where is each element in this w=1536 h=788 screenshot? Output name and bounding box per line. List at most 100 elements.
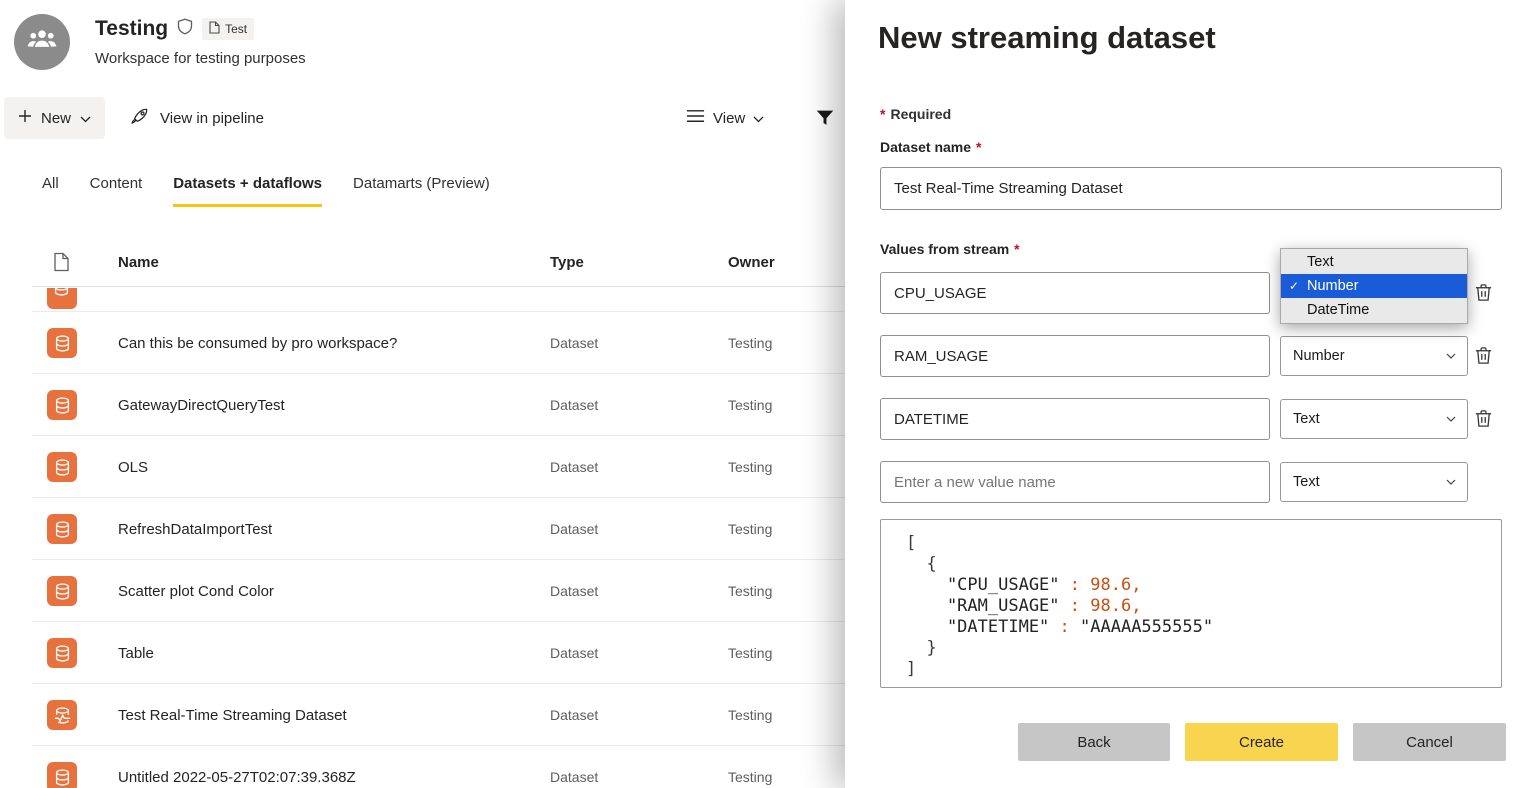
table-row-partial[interactable] <box>0 288 845 312</box>
dropdown-option-label: DateTime <box>1307 302 1369 318</box>
dataset-name-cell[interactable]: Can this be consumed by pro workspace? <box>118 335 550 352</box>
filter-button[interactable] <box>810 104 840 134</box>
test-badge-label: Test <box>225 22 247 36</box>
delete-value-button[interactable] <box>1473 408 1496 431</box>
trash-icon <box>1473 282 1494 305</box>
value-name-input[interactable] <box>880 272 1270 314</box>
value-type-select[interactable]: Number <box>1280 336 1468 376</box>
dataset-name-cell[interactable]: OLS <box>118 459 550 476</box>
table-row[interactable]: GatewayDirectQueryTestDatasetTesting <box>0 374 845 436</box>
dataset-owner-cell: Testing <box>728 769 772 785</box>
dataset-owner-cell: Testing <box>728 583 772 599</box>
dataset-owner-cell: Testing <box>728 459 772 475</box>
stream-value-row: Text <box>880 461 1502 503</box>
new-button[interactable]: New <box>4 97 105 139</box>
workspace-avatar <box>14 14 70 70</box>
table-row[interactable]: Untitled 2022-05-27T02:07:39.368ZDataset… <box>0 746 845 788</box>
panel-title: New streaming dataset <box>878 20 1216 56</box>
delete-value-button[interactable] <box>1473 282 1496 305</box>
people-icon <box>25 23 59 62</box>
value-type-selected: Text <box>1293 411 1320 427</box>
value-type-dropdown-open: Text ✓ Number DateTime <box>1280 248 1468 324</box>
table-row[interactable]: TableDatasetTesting <box>0 622 845 684</box>
dataset-icon <box>47 390 77 420</box>
required-note: * Required <box>880 106 951 122</box>
dataset-icon <box>47 576 77 606</box>
dataset-icon <box>47 328 77 358</box>
tab-content[interactable]: Content <box>90 174 143 207</box>
dataset-name-cell[interactable]: Scatter plot Cond Color <box>118 583 550 600</box>
delete-value-button[interactable] <box>1473 345 1496 368</box>
workspace-header: Testing Test Workspace for testing purpo… <box>14 14 306 70</box>
dropdown-option-datetime[interactable]: DateTime <box>1281 298 1467 322</box>
dataset-type-cell: Dataset <box>550 707 728 723</box>
json-preview-line: } <box>906 638 1501 659</box>
new-button-label: New <box>41 110 71 127</box>
dataset-type-cell: Dataset <box>550 521 728 537</box>
table-row[interactable]: RefreshDataImportTestDatasetTesting <box>0 498 845 560</box>
dataset-name-cell[interactable]: RefreshDataImportTest <box>118 521 550 538</box>
dropdown-option-text[interactable]: Text <box>1281 250 1467 274</box>
trash-icon <box>1473 408 1494 431</box>
dataset-name-cell[interactable]: Untitled 2022-05-27T02:07:39.368Z <box>118 769 550 786</box>
check-icon: ✓ <box>1289 279 1299 293</box>
column-header-name[interactable]: Name <box>118 254 159 271</box>
dataset-icon <box>47 762 77 788</box>
view-in-pipeline-label: View in pipeline <box>160 110 264 127</box>
column-header-type[interactable]: Type <box>550 254 584 271</box>
view-menu-button[interactable]: View <box>686 97 764 139</box>
json-preview-line: [ <box>906 533 1501 554</box>
power-bi-app: Testing Test Workspace for testing purpo… <box>0 0 1536 788</box>
required-asterisk: * <box>976 139 981 155</box>
workspace-page: Testing Test Workspace for testing purpo… <box>0 0 845 788</box>
table-row[interactable]: Test Real-Time Streaming DatasetDatasetT… <box>0 684 845 746</box>
dataset-name-input[interactable] <box>880 167 1502 210</box>
value-name-input[interactable] <box>880 335 1270 377</box>
table-row[interactable]: OLSDatasetTesting <box>0 436 845 498</box>
dataset-icon <box>47 514 77 544</box>
file-type-icon <box>53 252 70 277</box>
table-row[interactable]: Can this be consumed by pro workspace?Da… <box>0 312 845 374</box>
dataset-name-cell[interactable]: GatewayDirectQueryTest <box>118 397 550 414</box>
chevron-down-icon <box>80 110 91 127</box>
json-preview-line: ] <box>906 659 1501 680</box>
dataset-icon <box>47 638 77 668</box>
dataset-owner-cell: Testing <box>728 397 772 413</box>
dataset-name-cell[interactable]: Test Real-Time Streaming Dataset <box>118 707 550 724</box>
value-type-select[interactable]: Text <box>1280 399 1468 439</box>
value-name-input[interactable] <box>880 398 1270 440</box>
chevron-down-icon <box>1446 416 1456 422</box>
dataset-name-label: Dataset name * <box>880 139 982 155</box>
value-type-select[interactable]: Text <box>1280 462 1468 502</box>
cancel-button[interactable]: Cancel <box>1353 723 1506 761</box>
back-button[interactable]: Back <box>1018 723 1170 761</box>
dataset-type-cell: Dataset <box>550 583 728 599</box>
tab-all[interactable]: All <box>42 174 59 207</box>
table-row[interactable]: Scatter plot Cond ColorDatasetTesting <box>0 560 845 622</box>
column-header-owner[interactable]: Owner <box>728 254 775 271</box>
stream-value-row: Text <box>880 398 1502 440</box>
json-preview-line: { <box>906 554 1501 575</box>
dataset-type-cell: Dataset <box>550 459 728 475</box>
workspace-title: Testing <box>95 17 168 41</box>
tab-datamarts-preview[interactable]: Datamarts (Preview) <box>353 174 490 207</box>
json-preview-line: "CPU_USAGE" : 98.6, <box>906 575 1501 596</box>
workspace-access-icon <box>177 18 193 40</box>
dataset-type-cell: Dataset <box>550 335 728 351</box>
dataset-type-cell: Dataset <box>550 645 728 661</box>
workspace-test-badge: Test <box>202 18 254 40</box>
dropdown-option-label: Number <box>1307 278 1359 294</box>
value-type-selected: Number <box>1293 348 1345 364</box>
required-label: Required <box>890 106 951 122</box>
json-preview-box: [ { "CPU_USAGE" : 98.6, "RAM_USAGE" : 98… <box>880 519 1502 688</box>
dataset-name-cell[interactable]: Table <box>118 645 550 662</box>
tab-datasets-dataflows[interactable]: Datasets + dataflows <box>173 174 322 207</box>
dropdown-option-number[interactable]: ✓ Number <box>1281 274 1467 298</box>
create-button[interactable]: Create <box>1185 723 1338 761</box>
streaming-dataset-icon <box>47 700 77 730</box>
dataset-icon <box>47 288 77 309</box>
workspace-subtitle: Workspace for testing purposes <box>95 50 306 67</box>
view-in-pipeline-button[interactable]: View in pipeline <box>129 97 264 139</box>
value-name-input[interactable] <box>880 461 1270 503</box>
dataset-owner-cell: Testing <box>728 707 772 723</box>
